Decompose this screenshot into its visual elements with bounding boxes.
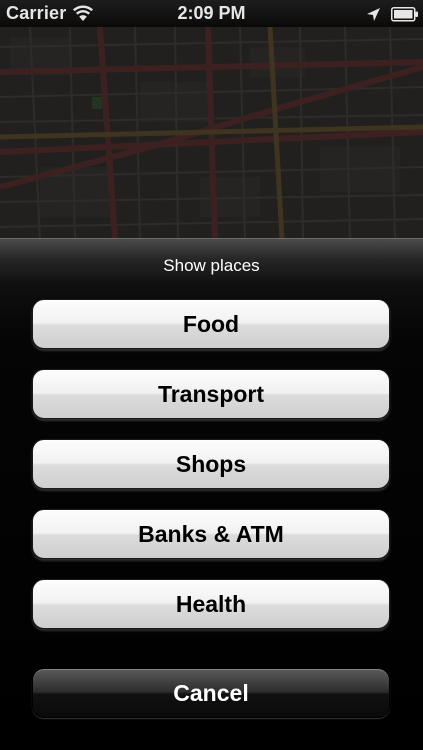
map-view	[0, 27, 423, 239]
health-button[interactable]: Health	[32, 579, 390, 629]
shops-button[interactable]: Shops	[32, 439, 390, 489]
status-bar: Carrier 2:09 PM	[0, 0, 423, 27]
food-button[interactable]: Food	[32, 299, 390, 349]
action-sheet: Show places Food Transport Shops Banks &…	[0, 238, 423, 750]
transport-button[interactable]: Transport	[32, 369, 390, 419]
status-clock: 2:09 PM	[177, 3, 246, 23]
map-dim-overlay	[0, 27, 423, 239]
cancel-button[interactable]: Cancel	[32, 668, 390, 718]
screen: Carrier 2:09 PM Show places Food Transpo…	[0, 0, 423, 750]
location-arrow-icon	[366, 6, 381, 27]
action-sheet-title: Show places	[163, 256, 260, 275]
banks-atm-button[interactable]: Banks & ATM	[32, 509, 390, 559]
battery-icon	[391, 6, 419, 27]
